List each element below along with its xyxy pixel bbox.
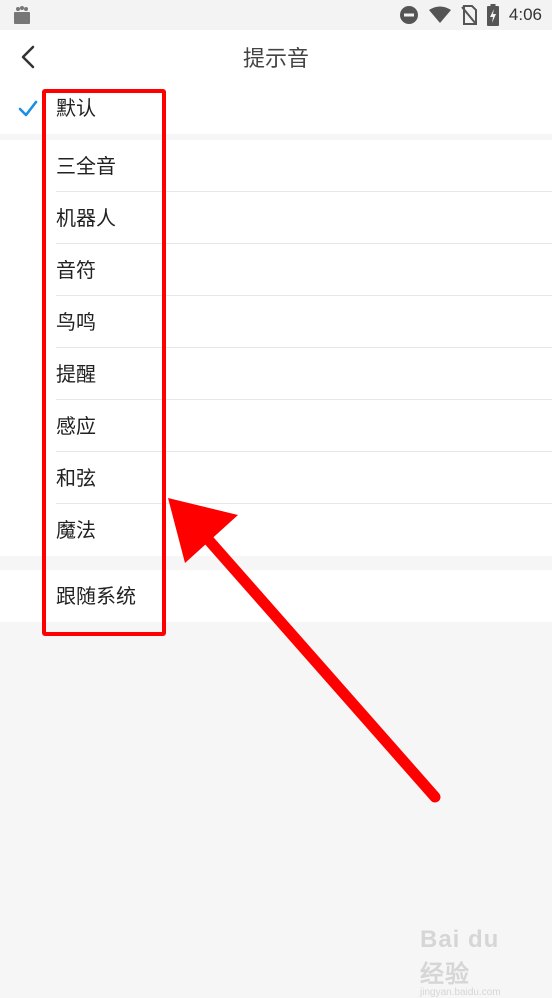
page-title: 提示音 (242, 47, 309, 72)
sound-option-sanquanyin[interactable]: 三全音 (0, 140, 552, 192)
tone-list-group: 三全音 机器人 音符 鸟鸣 提醒 感应 和弦 魔法 (0, 140, 552, 556)
sound-option-label: 默认 (56, 96, 96, 120)
sound-option-sense[interactable]: 感应 (0, 400, 552, 452)
sound-option-robot[interactable]: 机器人 (0, 192, 552, 244)
sound-option-label: 跟随系统 (56, 584, 136, 608)
sound-option-default[interactable]: 默认 (0, 84, 552, 134)
sound-option-label: 魔法 (56, 518, 96, 542)
watermark-main-text: Bai du 经验 (420, 926, 500, 988)
wifi-icon (428, 6, 451, 23)
watermark-sub-text: jingyan.baidu.com (420, 987, 501, 998)
app-store-icon (14, 6, 30, 24)
battery-charging-icon (486, 4, 499, 26)
sound-option-note[interactable]: 音符 (0, 244, 552, 296)
sound-option-label: 音符 (56, 258, 96, 282)
sound-option-label: 提醒 (56, 362, 96, 386)
sound-option-birdsong[interactable]: 鸟鸣 (0, 296, 552, 348)
sound-option-chord[interactable]: 和弦 (0, 452, 552, 504)
system-sound-group: 跟随系统 (0, 570, 552, 622)
do-not-disturb-icon (399, 6, 418, 24)
sound-option-label: 感应 (56, 414, 96, 438)
status-bar: 4:06 (0, 0, 552, 30)
sound-option-label: 鸟鸣 (56, 310, 96, 334)
no-sim-icon (461, 5, 477, 25)
sound-option-magic[interactable]: 魔法 (0, 504, 552, 556)
sound-option-label: 和弦 (56, 466, 96, 490)
status-time: 4:06 (508, 5, 542, 24)
sound-option-label: 三全音 (56, 154, 116, 178)
watermark-logo: Bai du 经验 jingyan.baidu.com (420, 926, 530, 998)
sound-option-follow-system[interactable]: 跟随系统 (0, 570, 552, 622)
nav-bar: 提示音 (0, 30, 552, 85)
sound-option-reminder[interactable]: 提醒 (0, 348, 552, 400)
default-sound-group: 默认 (0, 84, 552, 134)
sound-option-label: 机器人 (56, 206, 116, 230)
check-icon (18, 100, 38, 117)
